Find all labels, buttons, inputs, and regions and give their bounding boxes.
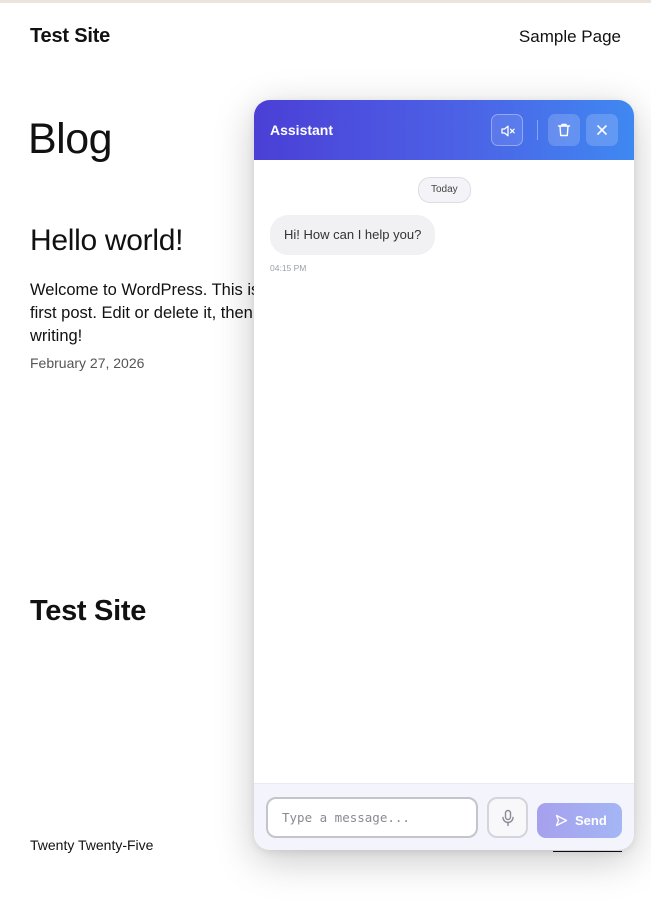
trash-icon xyxy=(557,123,571,137)
day-separator: Today xyxy=(418,177,471,203)
message-timestamp: 04:15 PM xyxy=(270,263,307,273)
send-button[interactable]: Send xyxy=(537,803,622,838)
chat-messages[interactable]: Today Hi! How can I help you? 04:15 PM xyxy=(254,160,634,783)
microphone-icon xyxy=(502,809,514,827)
chat-title: Assistant xyxy=(270,122,334,138)
clear-chat-button[interactable] xyxy=(548,114,580,146)
assistant-message: Hi! How can I help you? xyxy=(270,215,436,255)
post-title[interactable]: Hello world! xyxy=(30,224,183,258)
voice-input-button[interactable] xyxy=(487,797,528,838)
top-accent-bar xyxy=(0,0,651,3)
header-divider xyxy=(537,120,538,140)
send-label: Send xyxy=(575,813,607,828)
chat-header: Assistant xyxy=(254,100,634,160)
footer-site-title[interactable]: Test Site xyxy=(30,595,146,628)
post-date[interactable]: February 27, 2026 xyxy=(30,355,144,371)
chat-input-bar: Send xyxy=(254,783,634,850)
message-input[interactable] xyxy=(266,797,478,838)
send-icon xyxy=(555,814,568,827)
close-chat-button[interactable] xyxy=(586,114,618,146)
chat-widget: Assistant Today Hi! How can I help you? … xyxy=(254,100,634,850)
close-icon xyxy=(597,125,607,135)
site-title[interactable]: Test Site xyxy=(30,25,110,48)
page-title: Blog xyxy=(28,115,113,163)
nav-link-sample-page[interactable]: Sample Page xyxy=(519,27,621,47)
speaker-mute-icon xyxy=(501,125,515,137)
mute-button[interactable] xyxy=(491,114,523,146)
footer-credit: Twenty Twenty-Five xyxy=(30,837,154,853)
